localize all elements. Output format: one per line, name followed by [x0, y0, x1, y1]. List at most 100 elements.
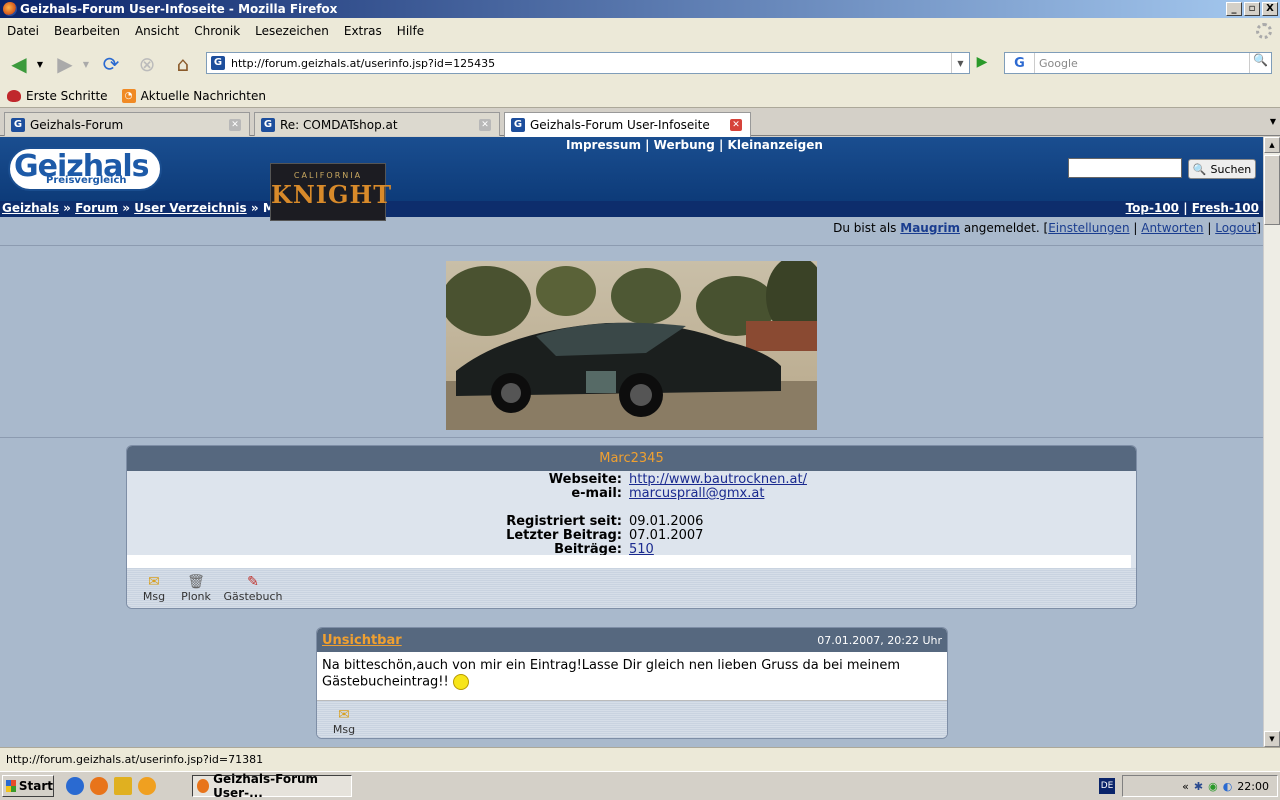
action-label: Msg — [142, 590, 166, 603]
search-icon: 🔍 — [1192, 162, 1207, 176]
tab-geizhals-forum[interactable]: G Geizhals-Forum ✕ — [4, 112, 250, 136]
stop-icon: ⊗ — [138, 52, 156, 76]
maximize-button[interactable]: ▫ — [1244, 2, 1260, 16]
firefox-icon — [3, 2, 17, 16]
logged-in-user-link[interactable]: Maugrim — [900, 221, 960, 235]
profile-actions: ✉ Msg 🗑 Plonk ✎ Gästebuch — [127, 568, 1136, 608]
search-button-label: Suchen — [1210, 162, 1252, 176]
clock-app-icon[interactable] — [138, 777, 156, 795]
minimize-button[interactable]: _ — [1226, 2, 1242, 16]
guestbook-button[interactable]: ✎ Gästebuch — [223, 574, 282, 608]
menu-hilfe[interactable]: Hilfe — [397, 24, 424, 38]
url-text[interactable]: http://forum.geizhals.at/userinfo.jsp?id… — [231, 57, 951, 70]
menu-chronik[interactable]: Chronik — [194, 24, 240, 38]
back-history-dropdown[interactable]: ▼ — [34, 52, 46, 76]
bookmarks-toolbar: Erste Schritte ◔ Aktuelle Nachrichten — [0, 84, 1280, 108]
login-suffix: angemeldet. [ — [963, 221, 1049, 235]
scroll-down-button[interactable]: ▼ — [1264, 731, 1280, 747]
tab-favicon: G — [11, 117, 25, 132]
menu-extras[interactable]: Extras — [344, 24, 382, 38]
menu-bearbeiten[interactable]: Bearbeiten — [54, 24, 120, 38]
taskbar-firefox-window[interactable]: Geizhals-Forum User-... — [192, 772, 352, 800]
user-avatar-car-image — [446, 261, 817, 430]
top-100-link[interactable]: Top-100 — [1126, 201, 1179, 215]
search-engine-selector[interactable]: G — [1005, 53, 1035, 73]
tab-comdatshop[interactable]: G Re: COMDATshop.at ✕ — [254, 112, 500, 136]
profile-key: Registriert seit: — [506, 514, 622, 529]
back-button[interactable]: ◀ — [6, 52, 32, 76]
tab-bar: G Geizhals-Forum ✕ G Re: COMDATshop.at ✕… — [0, 109, 1280, 137]
website-link[interactable]: http://www.bautrocknen.at/ — [629, 472, 807, 487]
user-profile-card: Marc2345 Webseite: http://www.bautrockne… — [126, 445, 1137, 609]
crumb-geizhals[interactable]: Geizhals — [2, 201, 59, 215]
site-search-input[interactable] — [1068, 158, 1182, 178]
tab-close-icon[interactable]: ✕ — [229, 118, 241, 131]
profile-key: Letzter Beitrag: — [506, 528, 622, 543]
wifi-icon[interactable]: ◉ — [1208, 780, 1218, 793]
tab-list-dropdown[interactable]: ▼ — [1270, 117, 1276, 126]
divider — [0, 437, 1263, 438]
table-row: Webseite: http://www.bautrocknen.at/ — [127, 473, 807, 487]
menu-lesezeichen[interactable]: Lesezeichen — [255, 24, 329, 38]
logout-link[interactable]: Logout — [1215, 221, 1256, 235]
email-link[interactable]: marcusprall@gmx.at — [629, 486, 764, 501]
app-icon[interactable] — [114, 777, 132, 795]
trash-icon: 🗑 — [187, 574, 205, 590]
navigation-toolbar: ◀ ▼ ▶ ▼ ⟳ ⊗ ⌂ G http://forum.geizhals.at… — [0, 44, 1280, 84]
crumb-forum[interactable]: Forum — [75, 201, 118, 215]
crumb-user-verzeichnis[interactable]: User Verzeichnis — [134, 201, 247, 215]
plonk-button[interactable]: 🗑 Plonk — [181, 574, 211, 608]
bookmark-erste-schritte[interactable]: Erste Schritte — [7, 89, 108, 103]
fresh-100-link[interactable]: Fresh-100 — [1192, 201, 1259, 215]
tab-close-icon[interactable]: ✕ — [730, 119, 742, 131]
forward-button[interactable]: ▶ — [52, 52, 78, 76]
profile-details-table: Webseite: http://www.bautrocknen.at/ e-m… — [127, 473, 807, 557]
window-titlebar[interactable]: Geizhals-Forum User-Infoseite - Mozilla … — [0, 0, 1280, 18]
start-button[interactable]: Start — [2, 775, 54, 797]
search-input[interactable]: Google — [1035, 57, 1249, 70]
home-button[interactable]: ⌂ — [170, 52, 196, 76]
knight-rider-ad-banner[interactable]: CALIFORNIA KNIGHT — [270, 163, 391, 221]
search-bar[interactable]: G Google 🔍 — [1004, 52, 1272, 74]
reload-button[interactable]: ⟳ — [98, 52, 124, 76]
scrollbar-thumb[interactable] — [1264, 155, 1280, 225]
menu-datei[interactable]: Datei — [7, 24, 39, 38]
tab-close-icon[interactable]: ✕ — [479, 118, 491, 131]
tray-expand-icon[interactable]: « — [1182, 780, 1189, 793]
menu-ansicht[interactable]: Ansicht — [135, 24, 179, 38]
close-button[interactable]: X — [1262, 2, 1278, 16]
einstellungen-link[interactable]: Einstellungen — [1048, 221, 1129, 235]
go-button[interactable]: ▶ — [972, 54, 992, 72]
windows-logo-icon — [6, 780, 16, 792]
geizhals-logo[interactable]: Geizhals Preisvergleich — [8, 147, 162, 191]
language-indicator[interactable]: DE — [1099, 778, 1115, 794]
msg-button[interactable]: ✉ Msg — [330, 707, 358, 736]
security-icon[interactable]: ◐ — [1223, 780, 1233, 793]
network-icon[interactable]: ✱ — [1194, 780, 1203, 793]
site-header: Geizhals Preisvergleich Impressum | Werb… — [0, 137, 1263, 201]
guestbook-entry-header: Unsichtbar 07.01.2007, 20:22 Uhr — [317, 628, 947, 652]
bookmark-aktuelle-nachrichten[interactable]: ◔ Aktuelle Nachrichten — [121, 88, 266, 103]
profile-key: e-mail: — [571, 486, 622, 501]
site-search-button[interactable]: 🔍 Suchen — [1188, 159, 1256, 179]
bookmark-label: Erste Schritte — [26, 88, 108, 103]
url-history-dropdown[interactable]: ▼ — [951, 53, 969, 73]
rss-icon: ◔ — [121, 88, 136, 103]
page-scrollbar[interactable]: ▲ ▼ — [1263, 137, 1280, 747]
guestbook-author-link[interactable]: Unsichtbar — [322, 633, 402, 648]
window-controls: _ ▫ X — [1226, 2, 1278, 16]
stop-button[interactable]: ⊗ — [134, 52, 160, 76]
ie-icon[interactable] — [66, 777, 84, 795]
table-row: Registriert seit: 09.01.2006 — [127, 515, 807, 529]
windows-taskbar: Start Geizhals-Forum User-... DE « ✱ ◉ ◐… — [0, 771, 1280, 800]
scroll-up-button[interactable]: ▲ — [1264, 137, 1280, 153]
breadcrumb: Geizhals » Forum » User Verzeichnis » M — [2, 201, 275, 215]
forward-history-dropdown[interactable]: ▼ — [80, 52, 92, 76]
top-navigation[interactable]: Impressum | Werbung | Kleinanzeigen — [566, 138, 823, 152]
search-icon[interactable]: 🔍 — [1249, 53, 1271, 73]
firefox-icon[interactable] — [90, 777, 108, 795]
msg-button[interactable]: ✉ Msg — [140, 574, 168, 608]
address-bar[interactable]: G http://forum.geizhals.at/userinfo.jsp?… — [206, 52, 970, 74]
antworten-link[interactable]: Antworten — [1141, 221, 1203, 235]
tab-user-infoseite[interactable]: G Geizhals-Forum User-Infoseite ✕ — [504, 112, 751, 137]
